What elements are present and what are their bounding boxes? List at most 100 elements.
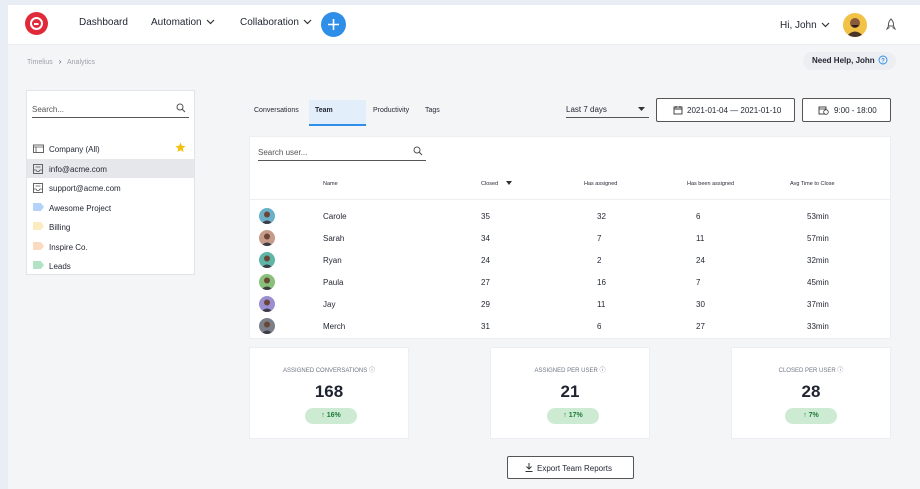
app-frame: Dashboard Automation Collaboration Hi, J… xyxy=(8,5,920,489)
cell-closed: 24 xyxy=(481,256,490,265)
help-button-label: Need Help, John xyxy=(812,56,875,65)
nav-automation[interactable]: Automation xyxy=(151,17,215,28)
user-menu[interactable]: Hi, John xyxy=(780,20,830,31)
change-badge: ↑ 16% xyxy=(305,408,357,424)
table-row[interactable]: Merch 31 6 27 33min xyxy=(250,315,890,337)
nav-dashboard[interactable]: Dashboard xyxy=(79,17,128,28)
date-range-select[interactable]: Last 7 days xyxy=(566,101,649,118)
building-icon xyxy=(33,144,44,155)
add-button[interactable] xyxy=(321,12,346,37)
sidebar-item[interactable]: Awesome Project xyxy=(27,198,194,218)
greeting-text: Hi, John xyxy=(780,20,817,31)
sidebar-item[interactable]: info@acme.com xyxy=(27,158,194,178)
table-row[interactable]: Carole 35 32 6 53min xyxy=(250,205,890,227)
date-picker[interactable]: 2021-01-04 — 2021-01-10 xyxy=(656,98,795,122)
avatar xyxy=(259,296,275,312)
arrow-up-icon: ↑ xyxy=(803,412,807,419)
cell-avg: 32min xyxy=(807,256,829,265)
table-row[interactable]: Jay 29 11 30 37min xyxy=(250,293,890,315)
avatar xyxy=(259,230,275,246)
table-row[interactable]: Ryan 24 2 24 32min xyxy=(250,249,890,271)
arrow-up-icon: ↑ xyxy=(321,412,325,419)
cell-been-assigned: 6 xyxy=(696,212,701,221)
sidebar-item[interactable]: Billing xyxy=(27,217,194,237)
cell-name: Sarah xyxy=(323,234,345,243)
cell-name: Carole xyxy=(323,212,347,221)
cell-avg: 45min xyxy=(807,278,829,287)
user-search-input[interactable]: Search user... xyxy=(258,145,426,161)
change-value: 16% xyxy=(326,412,341,419)
avatar xyxy=(259,252,275,268)
tag-icon xyxy=(33,202,45,213)
nav-collaboration-label: Collaboration xyxy=(240,17,299,28)
clock-calendar-icon xyxy=(818,106,829,115)
export-team-reports-button[interactable]: Export Team Reports xyxy=(507,456,634,479)
search-icon xyxy=(176,103,186,113)
column-header-name[interactable]: Name xyxy=(323,181,338,187)
date-range-text: 2021-01-04 — 2021-01-10 xyxy=(687,106,782,115)
info-icon: ⓘ xyxy=(368,368,375,374)
chevron-right-icon: › xyxy=(58,57,62,66)
user-search-placeholder: Search user... xyxy=(258,148,308,157)
sidebar-item[interactable]: support@acme.com xyxy=(27,178,194,198)
tab-tags[interactable]: Tags xyxy=(425,100,440,126)
cell-been-assigned: 7 xyxy=(696,278,701,287)
sidebar-item[interactable]: Inspire Co. xyxy=(27,237,194,257)
tab-conversations[interactable]: Conversations xyxy=(254,100,299,126)
stat-label: ASSIGNED CONVERSATIONS ⓘ xyxy=(250,365,408,374)
tab-productivity[interactable]: Productivity xyxy=(373,100,409,126)
cell-closed: 34 xyxy=(481,234,490,243)
logo-icon[interactable] xyxy=(25,12,48,35)
stat-label-text: ASSIGNED CONVERSATIONS xyxy=(283,368,368,374)
avatar xyxy=(259,318,275,334)
cell-been-assigned: 27 xyxy=(696,322,705,331)
sort-desc-icon xyxy=(505,181,512,185)
tab-team[interactable]: Team xyxy=(309,100,366,126)
cell-been-assigned: 11 xyxy=(696,234,705,243)
time-range-text: 9:00 - 18:00 xyxy=(834,106,877,115)
team-table-card: Search user... Name Closed Has assigned … xyxy=(249,136,891,339)
stat-label-text: ASSIGNED PER USER xyxy=(534,368,598,374)
change-value: 17% xyxy=(568,412,583,419)
tag-icon xyxy=(33,261,45,271)
sidebar-item-label: support@acme.com xyxy=(49,184,121,193)
cell-has-assigned: 16 xyxy=(597,278,606,287)
sidebar-item[interactable]: Leads xyxy=(27,256,194,276)
time-picker[interactable]: 9:00 - 18:00 xyxy=(802,98,891,122)
avatar[interactable] xyxy=(843,13,867,37)
calendar-icon xyxy=(673,106,683,115)
change-badge: ↑ 17% xyxy=(547,408,599,424)
inbox-icon xyxy=(33,183,43,195)
rocket-icon[interactable] xyxy=(886,18,896,31)
nav-collaboration[interactable]: Collaboration xyxy=(240,17,312,28)
breadcrumb: Timelius › Analytics xyxy=(27,57,95,66)
table-row[interactable]: Paula 27 16 7 45min xyxy=(250,271,890,293)
cell-closed: 27 xyxy=(481,278,490,287)
inbox-icon xyxy=(33,163,43,176)
stat-value: 28 xyxy=(801,382,821,401)
tag-icon xyxy=(33,241,45,252)
cell-name: Merch xyxy=(323,322,346,331)
mailbox-search-input[interactable]: Search... xyxy=(32,100,189,118)
column-header-closed[interactable]: Closed xyxy=(481,181,512,187)
date-range-value: Last 7 days xyxy=(566,105,607,114)
sidebar-item-label: Leads xyxy=(49,262,71,271)
cell-has-assigned: 32 xyxy=(597,212,606,221)
star-icon[interactable] xyxy=(175,142,186,155)
cell-avg: 37min xyxy=(807,300,829,309)
tag-icon xyxy=(33,222,45,232)
sidebar-item[interactable]: Company (All) xyxy=(27,139,194,159)
breadcrumb-item[interactable]: Timelius xyxy=(27,59,53,66)
column-header-avg-time[interactable]: Avg Time to Close xyxy=(790,181,835,187)
top-nav: Dashboard Automation Collaboration Hi, J… xyxy=(8,5,920,45)
breadcrumb-item: Analytics xyxy=(67,59,96,66)
stat-card-assigned-per-user: ASSIGNED PER USER ⓘ 21 ↑ 17% xyxy=(490,347,650,439)
column-header-been-assigned[interactable]: Has been assigned xyxy=(687,181,734,187)
info-icon: ⓘ xyxy=(599,368,606,374)
help-button[interactable]: Need Help, John ? xyxy=(803,52,896,70)
cell-closed: 29 xyxy=(481,300,490,309)
cell-been-assigned: 24 xyxy=(696,256,705,265)
table-row[interactable]: Sarah 34 7 11 57min xyxy=(250,227,890,249)
cell-has-assigned: 2 xyxy=(597,256,602,265)
column-header-has-assigned[interactable]: Has assigned xyxy=(584,181,617,187)
